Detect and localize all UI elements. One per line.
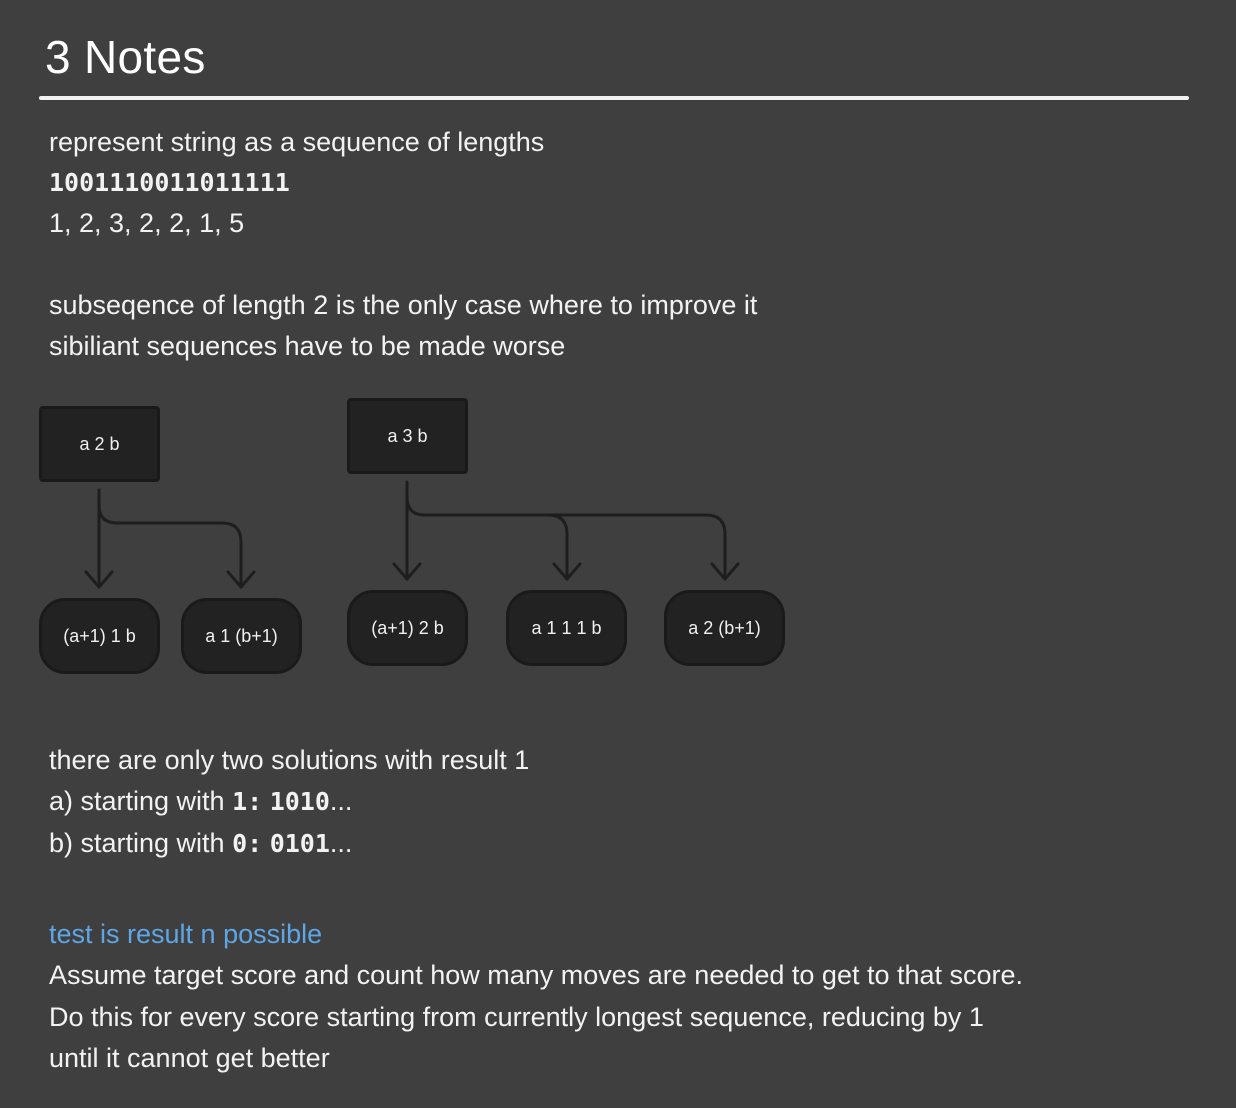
- note-line: Do this for every score starting from cu…: [49, 1002, 984, 1032]
- diagram-node-root: a 3 b: [347, 398, 468, 474]
- solution-b: b) starting with 0: 0101...: [49, 826, 352, 861]
- solution-b-label: b) starting with: [49, 828, 233, 858]
- diagram-node: (a+1) 1 b: [39, 598, 160, 674]
- note-line: Assume target score and count how many m…: [49, 960, 1024, 990]
- solution-a: a) starting with 1: 1010...: [49, 784, 352, 819]
- note-link[interactable]: test is result n possible: [49, 917, 322, 951]
- solution-b-ellipsis: ...: [329, 828, 353, 858]
- solution-a-code: 1:: [232, 787, 263, 816]
- solution-b-pattern: 0101: [269, 829, 330, 858]
- diagram-node-root: a 2 b: [39, 406, 160, 482]
- diagram-node: (a+1) 2 b: [347, 590, 468, 666]
- diagram-node: a 2 (b+1): [664, 590, 785, 666]
- note-line: until it cannot get better: [49, 1043, 330, 1073]
- solution-a-pattern: 1010: [269, 787, 330, 816]
- note-line: there are only two solutions with result…: [49, 745, 530, 775]
- diagram-node: a 1 1 1 b: [506, 590, 627, 666]
- diagram-arrows: [84, 480, 740, 589]
- solution-a-label: a) starting with: [49, 786, 233, 816]
- solution-b-code: 0:: [232, 829, 263, 858]
- solution-a-ellipsis: ...: [329, 786, 353, 816]
- diagram-node: a 1 (b+1): [181, 598, 302, 674]
